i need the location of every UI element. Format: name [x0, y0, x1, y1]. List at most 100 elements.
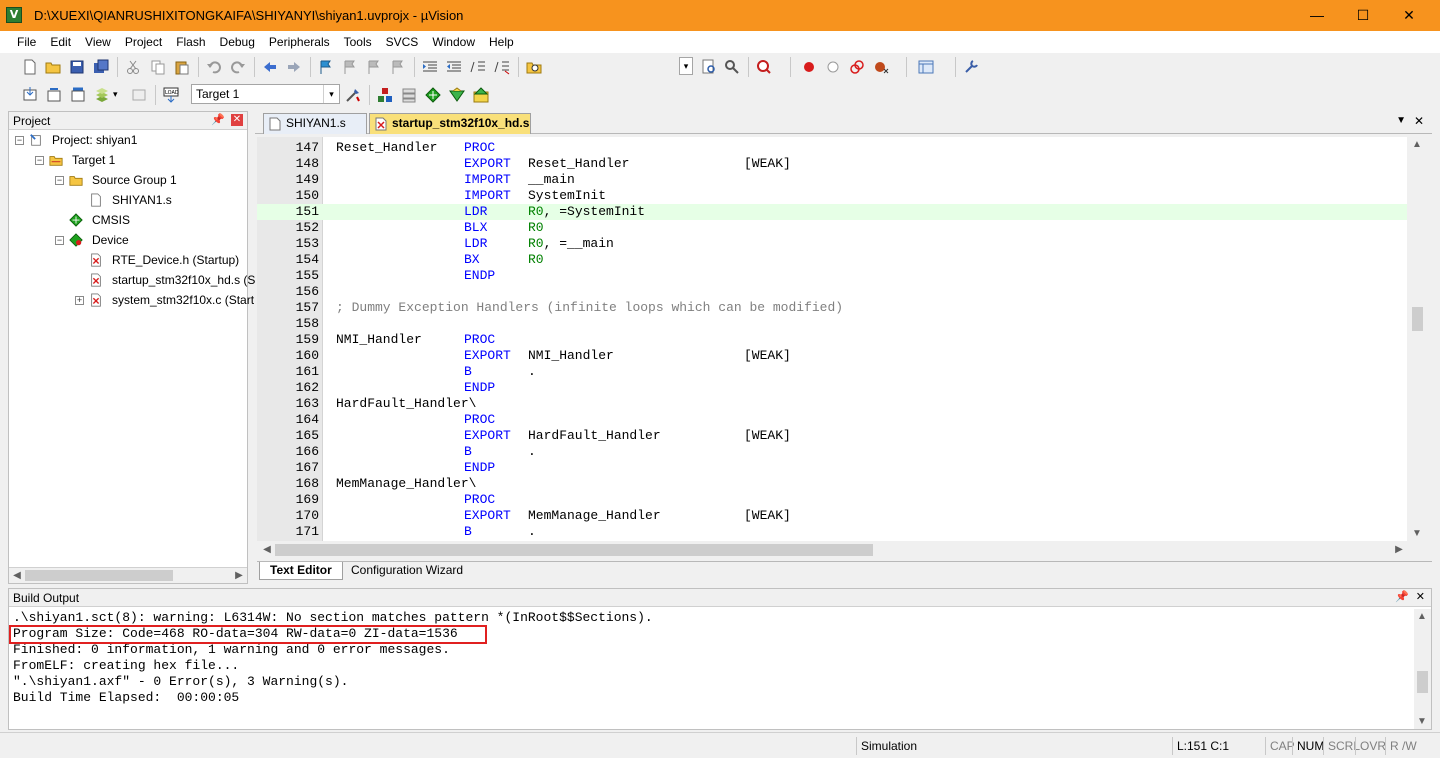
pack-update-icon[interactable]	[473, 87, 489, 103]
scroll-right-icon[interactable]: ▶	[1391, 544, 1407, 555]
code-line[interactable]: 148 EXPORT Reset_Handler [WEAK]	[257, 156, 1407, 172]
configure-tools-icon[interactable]	[963, 59, 979, 75]
redo-icon[interactable]	[230, 59, 246, 75]
open-folder-icon[interactable]	[45, 59, 61, 75]
clear-bookmarks-icon[interactable]	[390, 59, 406, 75]
disable-all-breakpoints-icon[interactable]	[849, 59, 865, 75]
comment-icon[interactable]	[470, 59, 486, 75]
enable-breakpoint-icon[interactable]	[825, 59, 841, 75]
save-all-icon[interactable]	[93, 59, 109, 75]
select-packs-icon[interactable]	[401, 87, 417, 103]
scroll-thumb[interactable]	[25, 570, 173, 581]
code-line[interactable]: 165 EXPORT HardFault_Handler [WEAK]	[257, 428, 1407, 444]
scroll-up-icon[interactable]: ▲	[1414, 611, 1430, 622]
menu-debug[interactable]: Debug	[213, 35, 262, 49]
navigate-back-icon[interactable]	[262, 59, 278, 75]
find-icon[interactable]	[701, 59, 717, 75]
debug-session-icon[interactable]	[756, 59, 772, 75]
pack-installer-icon[interactable]	[449, 87, 465, 103]
indent-icon[interactable]	[422, 59, 438, 75]
download-load-icon[interactable]: LOAD	[163, 87, 179, 103]
menu-edit[interactable]: Edit	[43, 35, 78, 49]
build-output-scrollbar[interactable]: ▲ ▼	[1414, 609, 1431, 729]
code-line[interactable]: 160 EXPORT NMI_Handler [WEAK]	[257, 348, 1407, 364]
menu-window[interactable]: Window	[425, 35, 482, 49]
manage-rte-icon[interactable]	[425, 87, 441, 103]
code-line[interactable]: 164 PROC	[257, 412, 1407, 428]
navigate-forward-icon[interactable]	[286, 59, 302, 75]
code-line[interactable]: 154 BX R0	[257, 252, 1407, 268]
menu-peripherals[interactable]: Peripherals	[262, 35, 337, 49]
save-icon[interactable]	[69, 59, 85, 75]
new-file-icon[interactable]	[22, 59, 38, 75]
code-line[interactable]: 152 BLX R0	[257, 220, 1407, 236]
scroll-down-icon[interactable]: ▼	[1409, 528, 1425, 539]
bookmark-icon[interactable]	[318, 59, 334, 75]
code-line[interactable]: 153 LDR R0, =__main	[257, 236, 1407, 252]
minimize-button[interactable]: —	[1294, 0, 1340, 31]
code-line[interactable]: 162 ENDP	[257, 380, 1407, 396]
unindent-icon[interactable]	[446, 59, 462, 75]
batch-build-icon[interactable]	[94, 87, 110, 103]
code-line[interactable]: 147 Reset_Handler PROC	[257, 140, 1407, 156]
code-line[interactable]: 166 B.	[257, 444, 1407, 460]
code-line[interactable]: 150 IMPORT SystemInit	[257, 188, 1407, 204]
target-options-icon[interactable]	[345, 87, 361, 103]
scroll-left-icon[interactable]: ◀	[9, 570, 25, 581]
find-in-files-icon[interactable]	[526, 59, 542, 75]
editor-horizontal-scrollbar[interactable]: ◀ ▶	[257, 542, 1409, 558]
menu-tools[interactable]: Tools	[337, 35, 379, 49]
editor-vertical-scrollbar[interactable]: ▲ ▼	[1409, 137, 1426, 541]
window-layout-icon[interactable]	[918, 59, 934, 75]
collapse-toggle-icon[interactable]: −	[35, 156, 44, 165]
tab-list-icon[interactable]: ▼	[1396, 115, 1406, 126]
menu-view[interactable]: View	[78, 35, 118, 49]
project-horizontal-scrollbar[interactable]: ◀ ▶	[9, 567, 247, 583]
build-icon[interactable]	[46, 87, 62, 103]
scroll-left-icon[interactable]: ◀	[259, 544, 275, 555]
find-combo-dropdown[interactable]: ▾	[679, 57, 693, 75]
tab-text-editor[interactable]: Text Editor	[259, 562, 343, 580]
target-select[interactable]: Target 1 ▾	[191, 84, 340, 104]
scroll-thumb[interactable]	[275, 544, 873, 556]
cut-icon[interactable]	[125, 59, 141, 75]
kill-all-breakpoints-icon[interactable]	[873, 59, 889, 75]
stop-build-icon[interactable]	[131, 87, 147, 103]
translate-icon[interactable]	[22, 87, 38, 103]
code-line[interactable]: 169 PROC	[257, 492, 1407, 508]
code-line[interactable]: 171 B.	[257, 524, 1407, 540]
code-line[interactable]: 155 ENDP	[257, 268, 1407, 284]
close-window-button[interactable]: ✕	[1386, 0, 1432, 31]
pin-icon[interactable]: 📌	[1395, 590, 1409, 603]
uncomment-icon[interactable]	[494, 59, 510, 75]
batch-build-dropdown-icon[interactable]: ▾	[113, 89, 118, 100]
code-line[interactable]: 167 ENDP	[257, 460, 1407, 476]
tab-startup-stm32f10x-hd[interactable]: startup_stm32f10x_hd.s	[369, 113, 531, 134]
tab-shiyan1[interactable]: SHIYAN1.s	[263, 113, 367, 134]
menu-project[interactable]: Project	[118, 35, 169, 49]
scroll-thumb[interactable]	[1412, 307, 1423, 331]
code-line[interactable]: 168 MemManage_Handler\	[257, 476, 1407, 492]
maximize-button[interactable]: ☐	[1340, 0, 1386, 31]
scroll-down-icon[interactable]: ▼	[1414, 716, 1430, 727]
collapse-toggle-icon[interactable]: −	[55, 236, 64, 245]
close-panel-button[interactable]: ✕	[231, 114, 243, 126]
code-line[interactable]: 158	[257, 316, 1407, 332]
close-panel-button[interactable]: ✕	[1416, 590, 1425, 603]
code-line[interactable]: 157 ; Dummy Exception Handlers (infinite …	[257, 300, 1407, 316]
scroll-thumb[interactable]	[1417, 671, 1428, 693]
expand-toggle-icon[interactable]: +	[75, 296, 84, 305]
paste-icon[interactable]	[174, 59, 190, 75]
code-line[interactable]: 156	[257, 284, 1407, 300]
code-line[interactable]: 163 HardFault_Handler\	[257, 396, 1407, 412]
menu-help[interactable]: Help	[482, 35, 521, 49]
code-line[interactable]: 151 LDR R0, =SystemInit	[257, 204, 1407, 220]
pin-icon[interactable]: 📌	[211, 113, 225, 126]
code-editor[interactable]: 147 Reset_Handler PROC 148 EXPORT Reset_Handl…	[257, 137, 1407, 541]
close-tab-button[interactable]: ✕	[1414, 114, 1424, 128]
scroll-right-icon[interactable]: ▶	[231, 570, 247, 581]
insert-breakpoint-icon[interactable]	[801, 59, 817, 75]
incremental-find-icon[interactable]	[724, 59, 740, 75]
prev-bookmark-icon[interactable]	[342, 59, 358, 75]
menu-svcs[interactable]: SVCS	[379, 35, 426, 49]
